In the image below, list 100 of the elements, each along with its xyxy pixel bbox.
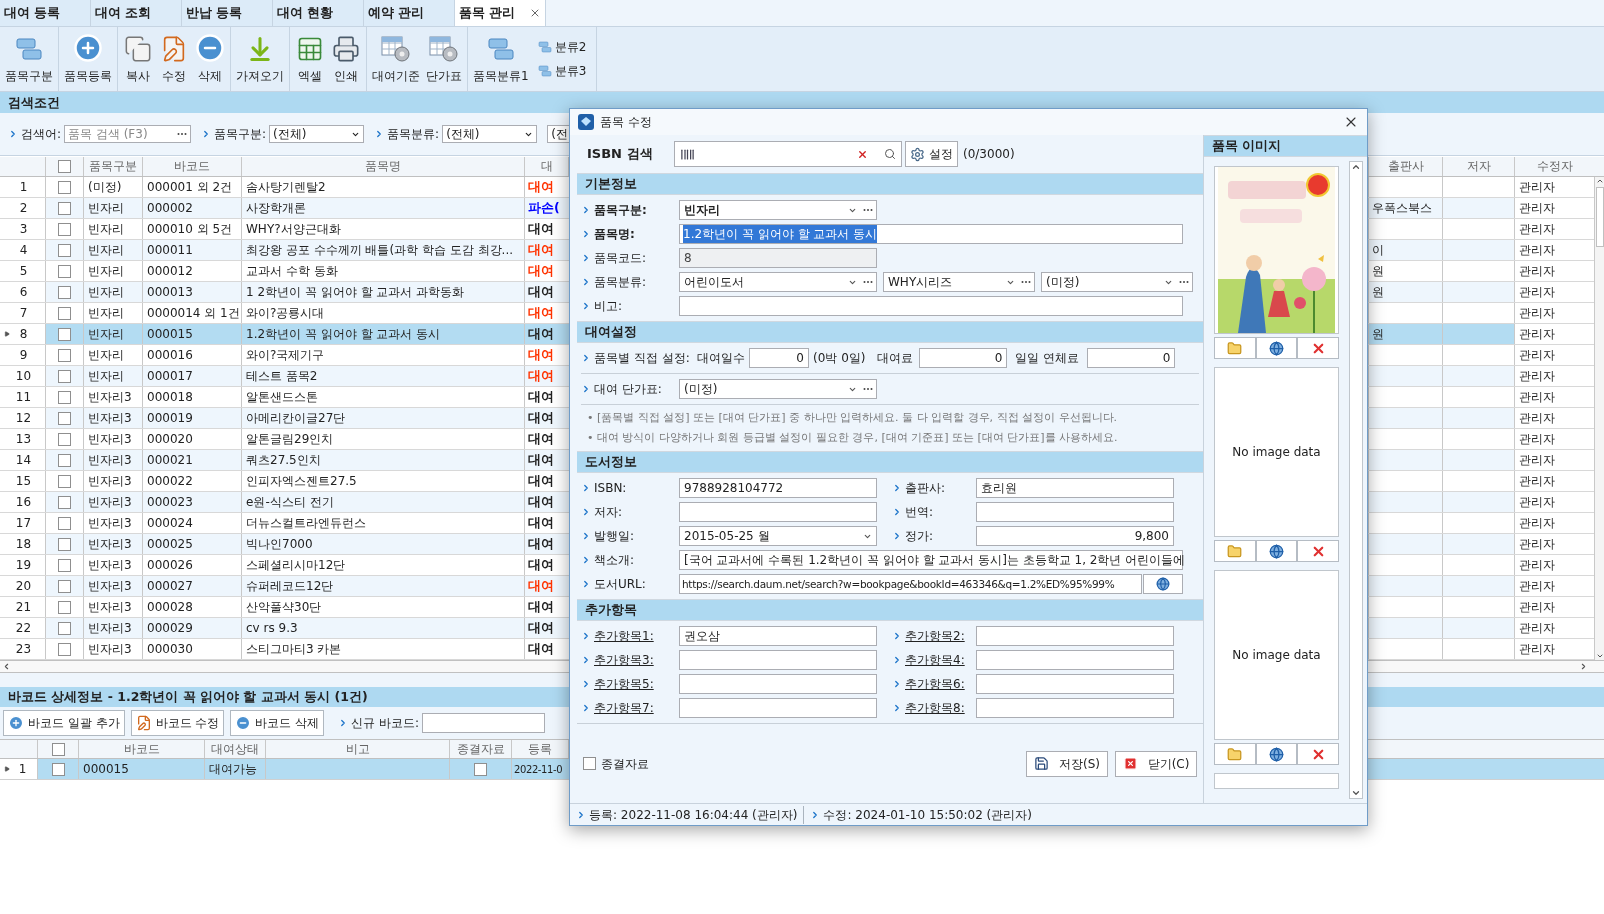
- table-cell: 빈자리3: [88, 600, 132, 614]
- table-cell: 000021: [147, 453, 193, 467]
- table-cell: 산악풀샥30단: [246, 600, 322, 614]
- status-cell: 파손(: [528, 200, 560, 215]
- table-cell: 000030: [147, 642, 193, 656]
- table-cell: 관리자: [1519, 306, 1555, 320]
- row-number: 16: [14, 494, 33, 511]
- row-number: 5: [18, 263, 29, 280]
- status-text: 등록: 2022-11-08 16:04:44 (관리자): [589, 806, 798, 824]
- field-label: 품목분류:: [387, 126, 440, 143]
- table-cell: 관리자: [1519, 201, 1555, 215]
- row-number: 23: [14, 641, 33, 658]
- table-cell: 빈자리: [88, 222, 124, 236]
- status-cell: 대여: [528, 347, 554, 362]
- table-cell: 대여가능: [209, 762, 257, 776]
- field-label: ISBN 검색: [587, 145, 654, 164]
- field-label: 정가:: [905, 528, 934, 545]
- table-cell: 관리자: [1519, 390, 1555, 404]
- table-cell: 와이?공룡시대: [246, 306, 325, 320]
- status-cell: 대여: [528, 494, 554, 509]
- table-cell: 2022-11-0: [514, 764, 563, 775]
- table-cell: 우폭스북스: [1372, 201, 1432, 215]
- table-cell: 빈자리: [88, 369, 124, 383]
- row-number: 18: [14, 536, 33, 553]
- table-cell: 000013: [147, 285, 193, 299]
- field-label: 비고:: [594, 298, 623, 315]
- table-cell: 빈자리3: [88, 642, 132, 656]
- table-cell: cv rs 9.3: [246, 621, 298, 635]
- table-cell: 빈자리3: [88, 390, 132, 404]
- status-cell: 대여: [528, 620, 554, 635]
- status-cell: 대여: [528, 452, 554, 467]
- table-cell: 000020: [147, 432, 193, 446]
- status-cell: 대여: [528, 284, 554, 299]
- row-number: 7: [18, 305, 29, 322]
- table-cell: 원: [1372, 285, 1384, 299]
- row-number: 20: [14, 578, 33, 595]
- table-cell: 빈자리: [88, 201, 124, 215]
- table-cell: 관리자: [1519, 285, 1555, 299]
- table-cell: 슈퍼레코드12단: [246, 579, 334, 593]
- table-cell: 000018: [147, 390, 193, 404]
- row-number: 1: [17, 761, 28, 778]
- table-cell: 관리자: [1519, 642, 1555, 656]
- table-cell: 관리자: [1519, 621, 1555, 635]
- field-label: 품목구분:: [594, 202, 647, 219]
- field-label: 발행일:: [594, 528, 635, 545]
- table-cell: 빈자리3: [88, 453, 132, 467]
- table-cell: 관리자: [1519, 369, 1555, 383]
- field-label: 번역:: [905, 504, 934, 521]
- field-label: 도서URL:: [594, 576, 646, 593]
- table-cell: 관리자: [1519, 474, 1555, 488]
- table-cell: 000011: [147, 243, 193, 257]
- section-header: 기본정보: [577, 173, 1203, 195]
- status-cell: 대여: [528, 326, 554, 341]
- table-cell: 000015: [83, 762, 129, 776]
- table-cell: 빈자리: [88, 306, 124, 320]
- table-cell: 빈자리3: [88, 411, 132, 425]
- table-cell: 000019: [147, 411, 193, 425]
- window-title: 품목 수정: [600, 114, 653, 131]
- empty-image-text: No image data: [1232, 647, 1321, 664]
- field-label: 품목코드:: [594, 250, 647, 267]
- table-cell: 더뉴스컬트라엔듀런스: [246, 516, 366, 530]
- section-header: 추가항목: [577, 599, 1203, 621]
- table-cell: 스티그마티3 카본: [246, 642, 342, 656]
- field-label: 품목구분:: [214, 126, 267, 143]
- row-number: 19: [14, 557, 33, 574]
- table-cell: 빈자리3: [88, 474, 132, 488]
- status-cell: 대여: [528, 179, 554, 194]
- status-cell: 대여: [528, 578, 554, 593]
- table-cell: 빈자리3: [88, 432, 132, 446]
- table-cell: 빈자리3: [88, 558, 132, 572]
- field-label: 저자:: [594, 504, 623, 521]
- row-number: 15: [14, 473, 33, 490]
- table-cell: 인피자엑스젠트27.5: [246, 474, 357, 488]
- table-cell: 관리자: [1519, 327, 1555, 341]
- table-cell: 000027: [147, 579, 193, 593]
- table-cell: 솜사탕기렌탈2: [246, 180, 326, 194]
- table-cell: 테스트 품목2: [246, 369, 318, 383]
- status-text: 수정: 2024-01-10 15:50:02 (관리자): [823, 806, 1032, 824]
- help-note: • [품목별 직접 설정] 또는 [대여 단가표] 중 하나만 입력하세요. 둘 다 입력할 경우, 직접 설정이 우선됩니다.: [587, 410, 1119, 426]
- section-header: 품목 이미지: [1204, 135, 1367, 157]
- table-cell: 000029: [147, 621, 193, 635]
- table-cell: 빈자리: [88, 243, 124, 257]
- field-label: 품목별 직접 설정:: [594, 350, 690, 367]
- table-cell: 000025: [147, 537, 193, 551]
- status-cell: 대여: [528, 305, 554, 320]
- table-cell: 알톤샌드스톤: [246, 390, 318, 404]
- table-cell: 관리자: [1519, 432, 1555, 446]
- days-text: (0박 0일): [813, 350, 866, 367]
- table-cell: 관리자: [1519, 180, 1555, 194]
- table-cell: 빈자리3: [88, 579, 132, 593]
- checkbox-label: 종결자료: [601, 755, 649, 773]
- table-cell: 빈자리3: [88, 621, 132, 635]
- row-number: 12: [14, 410, 33, 427]
- status-cell: 대여: [528, 641, 554, 656]
- table-cell: 이: [1372, 243, 1384, 257]
- status-cell: 대여: [528, 536, 554, 551]
- status-cell: 대여: [528, 599, 554, 614]
- field-label: 대여일수: [697, 350, 745, 367]
- table-cell: 000015: [147, 327, 193, 341]
- table-cell: 관리자: [1519, 516, 1555, 530]
